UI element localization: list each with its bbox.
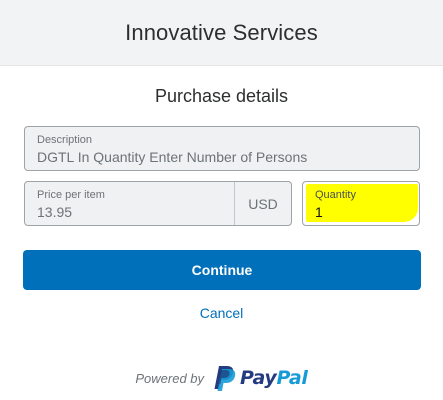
cancel-link[interactable]: Cancel <box>0 305 443 321</box>
quantity-field[interactable]: Quantity 1 <box>302 181 420 226</box>
price-per-item-field: Price per item 13.95 USD <box>24 181 292 226</box>
paypal-wordmark: PayPal <box>240 367 308 389</box>
paypal-p-icon <box>214 366 236 391</box>
continue-button[interactable]: Continue <box>23 250 421 290</box>
description-value: DGTL In Quantity Enter Number of Persons <box>37 149 308 165</box>
currency-code: USD <box>234 182 291 225</box>
paypal-logo: PayPal <box>212 365 308 391</box>
merchant-name: Innovative Services <box>125 19 318 45</box>
price-label: Price per item <box>37 189 105 201</box>
header-bar: Innovative Services <box>0 0 443 66</box>
quantity-input[interactable]: 1 <box>315 204 323 220</box>
description-label: Description <box>37 134 93 146</box>
description-field: Description DGTL In Quantity Enter Numbe… <box>24 126 420 171</box>
paypal-word-pay: Pay <box>240 367 277 389</box>
powered-by-text: Powered by <box>135 370 205 386</box>
footer: Powered by PayPal <box>0 362 443 394</box>
paypal-word-pal: Pal <box>276 367 308 389</box>
price-value: 13.95 <box>37 204 73 220</box>
quantity-label: Quantity <box>315 189 356 201</box>
page-title: Purchase details <box>154 86 289 106</box>
